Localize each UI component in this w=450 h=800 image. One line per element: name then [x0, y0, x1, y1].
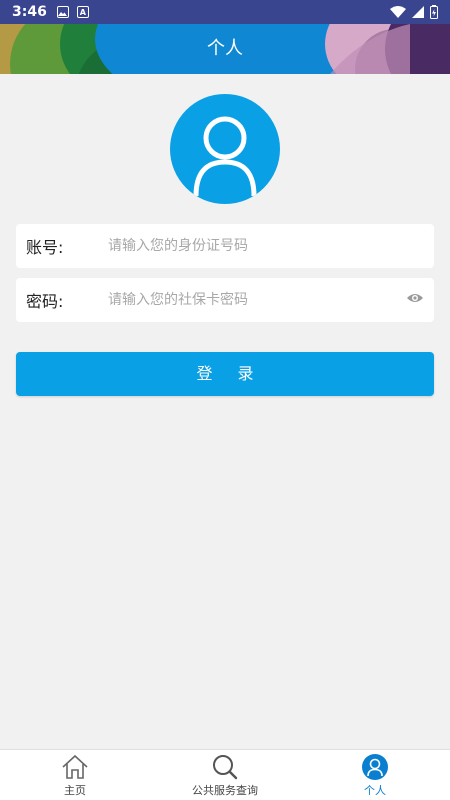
image-icon	[56, 6, 69, 18]
password-row: 密码:	[16, 278, 434, 322]
a-text-icon: A	[76, 6, 89, 18]
avatar[interactable]	[170, 94, 280, 204]
wifi-icon	[390, 6, 406, 18]
page-title: 个人	[207, 38, 243, 59]
account-label: 账号:	[26, 238, 64, 257]
bottom-tab-bar: 主页 公共服务查询 个人	[0, 749, 450, 800]
tab-public-service-query[interactable]: 公共服务查询	[150, 750, 300, 800]
battery-icon	[430, 5, 438, 19]
signal-icon	[412, 6, 424, 18]
user-avatar-icon	[193, 116, 257, 197]
status-bar: 3:46 A	[0, 0, 450, 24]
tab-personal-label: 个人	[364, 784, 386, 797]
app-header: 个人	[0, 24, 450, 74]
tab-public-service-query-label: 公共服务查询	[192, 784, 258, 797]
account-row: 账号:	[16, 224, 434, 268]
search-icon	[213, 755, 238, 780]
eye-icon[interactable]	[406, 292, 424, 304]
login-button[interactable]: 登 录	[16, 352, 434, 396]
tab-home-label: 主页	[64, 784, 86, 797]
home-icon	[62, 754, 88, 779]
password-input[interactable]	[108, 285, 398, 315]
person-icon	[362, 754, 388, 780]
password-label: 密码:	[26, 292, 64, 311]
tab-home[interactable]: 主页	[0, 750, 150, 800]
status-time: 3:46	[12, 4, 47, 20]
tab-personal[interactable]: 个人	[300, 750, 450, 800]
status-notification-icons: A	[56, 6, 89, 18]
account-input[interactable]	[108, 231, 398, 261]
status-system-icons	[390, 5, 438, 19]
